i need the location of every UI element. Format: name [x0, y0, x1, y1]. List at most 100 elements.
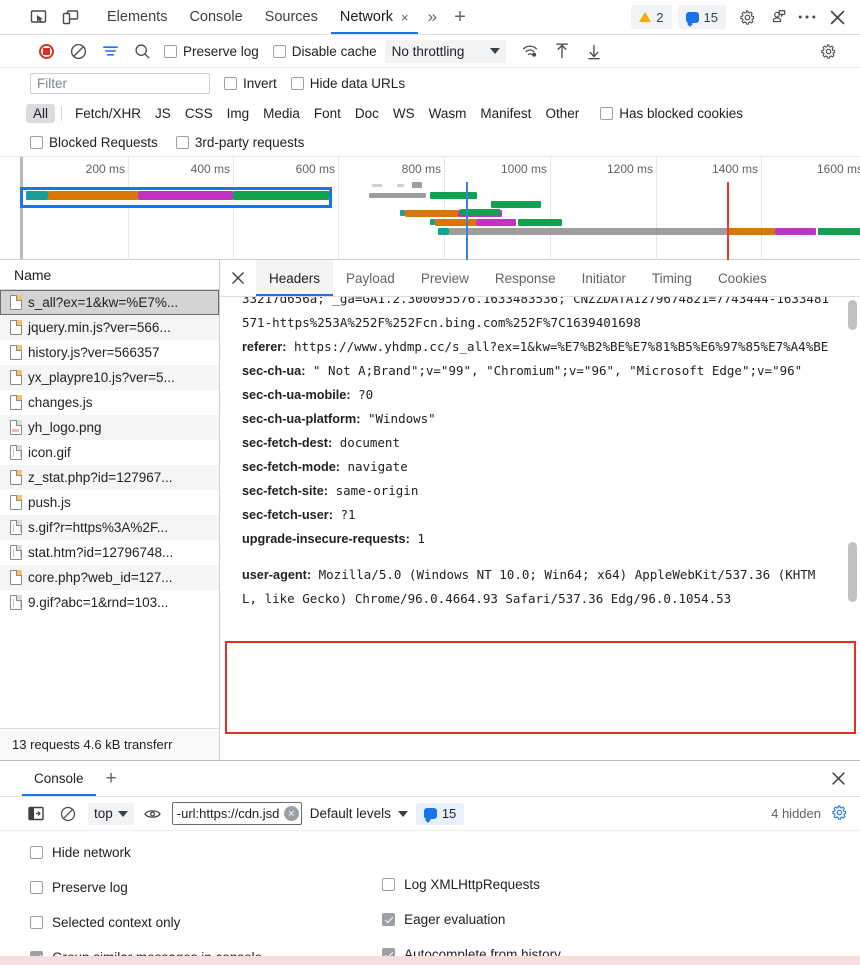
add-tab-icon[interactable]: +: [445, 0, 475, 34]
network-overview-timeline[interactable]: 200 ms 400 ms 600 ms 800 ms 1000 ms 1200…: [0, 157, 860, 260]
console-context-select[interactable]: top: [88, 802, 134, 825]
close-devtools-icon[interactable]: [822, 9, 852, 26]
tab-elements-label: Elements: [107, 9, 168, 25]
detail-tab-timing[interactable]: Timing: [639, 260, 705, 296]
clear-filter-icon[interactable]: ×: [283, 806, 299, 821]
blocked-requests-label: Blocked Requests: [49, 134, 158, 150]
devtools-customize-icon[interactable]: [762, 9, 792, 26]
request-row[interactable]: jquery.min.js?ver=566...: [0, 315, 219, 340]
setting-selected-context-only[interactable]: Selected context only: [30, 915, 262, 930]
tab-sources[interactable]: Sources: [254, 0, 329, 34]
has-blocked-cookies-checkbox[interactable]: Has blocked cookies: [600, 106, 743, 121]
drawer-tab-console[interactable]: Console: [22, 761, 96, 796]
import-har-icon[interactable]: [546, 42, 578, 60]
headers-scrollbar-thumb-2[interactable]: [848, 542, 857, 602]
headers-content[interactable]: 33217d656a; _ga=GA1.2.300095576.16334835…: [220, 297, 860, 760]
console-settings-icon[interactable]: [831, 804, 848, 824]
request-row[interactable]: changes.js: [0, 390, 219, 415]
filter-input[interactable]: Filter: [30, 72, 210, 94]
request-list-header[interactable]: Name: [0, 260, 219, 290]
filter-type-wasm[interactable]: Wasm: [422, 104, 474, 123]
record-button[interactable]: [30, 43, 62, 59]
more-tabs-icon[interactable]: »: [420, 0, 445, 34]
filter-type-img[interactable]: Img: [220, 104, 257, 123]
invert-checkbox[interactable]: Invert: [224, 76, 277, 91]
load-event-marker: [727, 182, 729, 260]
overview-tick-label: 1400 ms: [711, 162, 758, 176]
clear-console-icon[interactable]: [56, 806, 80, 822]
third-party-requests-checkbox[interactable]: 3rd-party requests: [175, 135, 304, 150]
filter-type-other[interactable]: Other: [538, 104, 586, 123]
detail-tab-initiator[interactable]: Initiator: [569, 260, 639, 296]
detail-tab-payload[interactable]: Payload: [333, 260, 408, 296]
header-value: document: [339, 435, 400, 450]
setting-preserve-log[interactable]: Preserve log: [30, 880, 262, 895]
add-drawer-tab-icon[interactable]: +: [96, 761, 127, 796]
network-status-bar: 13 requests 4.6 kB transferr: [0, 728, 219, 760]
close-drawer-icon[interactable]: [817, 761, 860, 796]
detail-tab-response[interactable]: Response: [482, 260, 569, 296]
disable-cache-checkbox[interactable]: Disable cache: [272, 44, 377, 59]
console-levels-select[interactable]: Default levels: [310, 806, 408, 821]
detail-tab-headers[interactable]: Headers: [256, 260, 334, 296]
live-expression-icon[interactable]: [142, 808, 164, 820]
more-options-icon[interactable]: [792, 14, 822, 20]
setting-log-xhr[interactable]: Log XMLHttpRequests: [382, 877, 561, 892]
device-toolbar-icon[interactable]: [54, 0, 86, 34]
setting-eager-evaluation[interactable]: Eager evaluation: [382, 912, 561, 927]
header-value: https://www.yhdmp.cc/s_all?ex=1&kw=%E7%B…: [293, 339, 829, 354]
tab-elements[interactable]: Elements: [96, 0, 178, 34]
filter-type-doc[interactable]: Doc: [348, 104, 386, 123]
export-har-icon[interactable]: [578, 43, 610, 60]
detail-tab-cookies[interactable]: Cookies: [705, 260, 780, 296]
hide-data-urls-checkbox[interactable]: Hide data URLs: [290, 76, 405, 91]
console-sidebar-icon[interactable]: [24, 806, 48, 821]
filter-type-media[interactable]: Media: [256, 104, 307, 123]
network-settings-icon[interactable]: [812, 43, 844, 60]
message-count-badge[interactable]: 15: [677, 5, 726, 29]
filter-type-fetch-xhr[interactable]: Fetch/XHR: [68, 104, 148, 123]
request-row[interactable]: yx_playpre10.js?ver=5...: [0, 365, 219, 390]
overview-bar-minor: [372, 184, 382, 187]
filter-type-all[interactable]: All: [26, 103, 56, 123]
filter-type-js[interactable]: JS: [148, 104, 178, 123]
clear-button[interactable]: [62, 43, 94, 60]
search-button[interactable]: [126, 43, 158, 60]
setting-hide-network[interactable]: Hide network: [30, 845, 262, 860]
preserve-log-checkbox[interactable]: Preserve log: [164, 44, 259, 59]
tab-network[interactable]: Network ×: [329, 0, 420, 34]
request-row[interactable]: icon.gif: [0, 440, 219, 465]
gear-icon[interactable]: [732, 9, 762, 26]
request-row[interactable]: stat.htm?id=12796748...: [0, 540, 219, 565]
request-row[interactable]: 9.gif?abc=1&rnd=103...: [0, 590, 219, 615]
console-message-count-badge[interactable]: 15: [415, 802, 465, 825]
setting-label: Eager evaluation: [404, 912, 506, 927]
request-name: yx_playpre10.js?ver=5...: [28, 370, 175, 385]
console-settings-right-column: Log XMLHttpRequests Eager evaluation Aut…: [382, 845, 561, 965]
request-row[interactable]: yh_logo.png: [0, 415, 219, 440]
request-row[interactable]: core.php?web_id=127...: [0, 565, 219, 590]
inspect-element-icon[interactable]: [22, 0, 54, 34]
console-filter-input[interactable]: -url:https://cdn.jsd ×: [171, 802, 302, 825]
tab-network-close-icon[interactable]: ×: [401, 11, 409, 24]
throttling-value: No throttling: [391, 43, 465, 59]
request-row[interactable]: s.gif?r=https%3A%2F...: [0, 515, 219, 540]
blocked-requests-checkbox[interactable]: Blocked Requests: [30, 135, 158, 150]
request-row[interactable]: history.js?ver=566357: [0, 340, 219, 365]
detail-tab-preview[interactable]: Preview: [408, 260, 482, 296]
filter-type-css[interactable]: CSS: [178, 104, 220, 123]
close-detail-icon[interactable]: [220, 260, 256, 296]
request-row[interactable]: push.js: [0, 490, 219, 515]
network-toolbar: Preserve log Disable cache No throttling: [0, 35, 860, 68]
filter-toggle-button[interactable]: [94, 44, 126, 58]
warning-count-badge[interactable]: 2: [631, 5, 672, 29]
filter-type-font[interactable]: Font: [307, 104, 348, 123]
network-conditions-icon[interactable]: [514, 43, 546, 59]
headers-scrollbar-thumb[interactable]: [848, 300, 857, 330]
filter-type-manifest[interactable]: Manifest: [473, 104, 538, 123]
throttling-select[interactable]: No throttling: [384, 39, 507, 63]
request-row[interactable]: s_all?ex=1&kw=%E7%...: [0, 290, 219, 315]
tab-console[interactable]: Console: [178, 0, 253, 34]
request-row[interactable]: z_stat.php?id=127967...: [0, 465, 219, 490]
filter-type-ws[interactable]: WS: [386, 104, 422, 123]
